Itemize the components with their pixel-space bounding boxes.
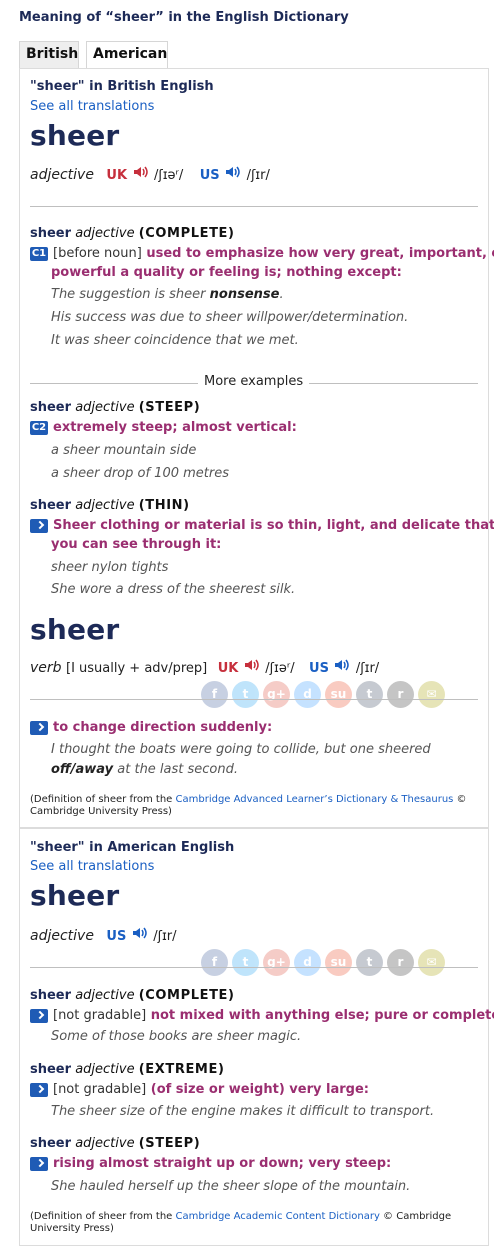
- source-credit: (Definition of sheer from the Cambridge …: [30, 794, 467, 805]
- facebook-icon[interactable]: f: [201, 949, 228, 976]
- twitter-icon[interactable]: t: [232, 681, 259, 708]
- sense-heading: sheer adjective (STEEP): [30, 1136, 201, 1151]
- source-credit-cont: University Press): [30, 1223, 114, 1234]
- chevron-right-icon[interactable]: [30, 1009, 48, 1023]
- example-sentence: a sheer drop of 100 metres: [51, 466, 230, 481]
- definition: rising almost straight up or down; very …: [53, 1156, 392, 1171]
- sense-heading: sheer adjective (COMPLETE): [30, 226, 235, 241]
- part-of-speech: adjective: [30, 928, 94, 944]
- definition: [not gradable] not mixed with anything e…: [53, 1008, 494, 1023]
- example-sentence: She wore a dress of the sheerest silk.: [51, 582, 296, 597]
- us-ipa: /ʃɪr/: [246, 168, 270, 183]
- sense-heading: sheer adjective (THIN): [30, 498, 190, 513]
- definition: Sheer clothing or material is so thin, l…: [53, 518, 494, 533]
- grammar-code: [I usually + adv/prep]: [66, 661, 208, 676]
- see-all-translations-link[interactable]: See all translations: [30, 99, 154, 114]
- twitter-icon[interactable]: t: [232, 949, 259, 976]
- example-sentence: The suggestion is sheer nonsense.: [51, 287, 284, 302]
- uk-ipa: /ʃɪəʳ/: [265, 661, 295, 676]
- share-bar: f t g+ d su t r ✉: [201, 681, 445, 708]
- us-ipa: /ʃɪr/: [153, 929, 177, 944]
- definition: [not gradable] (of size or weight) very …: [53, 1082, 369, 1097]
- tab-american[interactable]: American: [86, 41, 168, 69]
- definition: [before noun] used to emphasize how very…: [53, 246, 494, 261]
- cefr-level-badge[interactable]: C1: [30, 247, 48, 261]
- definition: to change direction suddenly:: [53, 720, 273, 735]
- tumblr-icon[interactable]: t: [356, 681, 383, 708]
- see-all-translations-link[interactable]: See all translations: [30, 859, 154, 874]
- delicious-icon[interactable]: d: [294, 949, 321, 976]
- sense-heading: sheer adjective (COMPLETE): [30, 988, 235, 1003]
- divider: [30, 206, 478, 207]
- dictionary-source-link[interactable]: Cambridge Advanced Learner’s Dictionary …: [176, 794, 454, 805]
- us-ipa: /ʃɪr/: [355, 661, 380, 676]
- example-sentence: sheer nylon tights: [51, 560, 169, 575]
- part-of-speech: adjective: [30, 167, 94, 183]
- example-sentence: His success was due to sheer willpower/d…: [51, 310, 409, 325]
- pronunciation-row: verb [I usually + adv/prep] UK /ʃɪəʳ/ US…: [30, 658, 379, 676]
- tab-british[interactable]: British: [19, 41, 79, 69]
- definition-cont: you can see through it:: [51, 537, 222, 552]
- american-entry-panel: "sheer" in American English See all tran…: [19, 828, 494, 1246]
- uk-ipa: /ʃɪəʳ/: [153, 168, 184, 183]
- reddit-icon[interactable]: r: [387, 681, 414, 708]
- example-sentence: Some of those books are sheer magic.: [51, 1029, 302, 1044]
- tumblr-icon[interactable]: t: [356, 949, 383, 976]
- us-speaker-icon[interactable]: [224, 165, 242, 179]
- divider: [30, 967, 478, 968]
- example-sentence: The sheer size of the engine makes it di…: [51, 1104, 435, 1119]
- definition: extremely steep; almost vertical:: [53, 420, 297, 435]
- uk-speaker-icon[interactable]: [243, 658, 261, 672]
- example-sentence-cont: off/away at the last second.: [51, 762, 239, 777]
- chevron-right-icon[interactable]: [30, 519, 48, 533]
- googleplus-icon[interactable]: g+: [263, 681, 290, 708]
- example-sentence: It was sheer coincidence that we met.: [51, 333, 299, 348]
- chevron-right-icon[interactable]: [30, 721, 48, 735]
- example-sentence: She hauled herself up the sheer slope of…: [51, 1179, 411, 1194]
- headword: sheer: [30, 119, 120, 152]
- email-icon[interactable]: ✉: [418, 681, 445, 708]
- facebook-icon[interactable]: f: [201, 681, 228, 708]
- headword: sheer: [30, 613, 120, 646]
- googleplus-icon[interactable]: g+: [263, 949, 290, 976]
- divider: [30, 699, 478, 700]
- source-credit-cont: Cambridge University Press): [30, 806, 172, 817]
- more-examples-link[interactable]: More examples: [198, 374, 310, 389]
- email-icon[interactable]: ✉: [418, 949, 445, 976]
- pronunciation-row: adjective US /ʃɪr/: [30, 926, 177, 944]
- example-sentence: a sheer mountain side: [51, 443, 197, 458]
- delicious-icon[interactable]: d: [294, 681, 321, 708]
- part-of-speech: verb: [30, 660, 62, 676]
- source-credit: (Definition of sheer from the Cambridge …: [30, 1211, 452, 1222]
- uk-label: UK: [217, 661, 239, 676]
- sense-heading: sheer adjective (EXTREME): [30, 1062, 225, 1077]
- reddit-icon[interactable]: r: [387, 949, 414, 976]
- share-bar: f t g+ d su t r ✉: [201, 949, 445, 976]
- headword: sheer: [30, 879, 120, 912]
- chevron-right-icon[interactable]: [30, 1083, 48, 1097]
- chevron-right-icon[interactable]: [30, 1157, 48, 1171]
- sense-heading: sheer adjective (STEEP): [30, 400, 201, 415]
- section-heading: "sheer" in American English: [30, 840, 235, 855]
- us-speaker-icon[interactable]: [333, 658, 351, 672]
- page-title: Meaning of “sheer” in the English Dictio…: [19, 10, 349, 25]
- stumbleupon-icon[interactable]: su: [325, 681, 352, 708]
- uk-label: UK: [106, 168, 128, 183]
- example-sentence: I thought the boats were going to collid…: [51, 742, 431, 757]
- stumbleupon-icon[interactable]: su: [325, 949, 352, 976]
- cefr-level-badge[interactable]: C2: [30, 421, 48, 435]
- section-heading: "sheer" in British English: [30, 79, 214, 94]
- definition-cont: powerful a quality or feeling is; nothin…: [51, 265, 402, 280]
- pronunciation-row: adjective UK /ʃɪəʳ/ US /ʃɪr/: [30, 165, 270, 183]
- us-speaker-icon[interactable]: [131, 926, 149, 940]
- dictionary-source-link[interactable]: Cambridge Academic Content Dictionary: [176, 1211, 380, 1222]
- uk-speaker-icon[interactable]: [132, 165, 150, 179]
- us-label: US: [199, 168, 220, 183]
- us-label: US: [106, 929, 127, 944]
- us-label: US: [309, 661, 329, 676]
- british-entry-panel: "sheer" in British English See all trans…: [19, 68, 494, 828]
